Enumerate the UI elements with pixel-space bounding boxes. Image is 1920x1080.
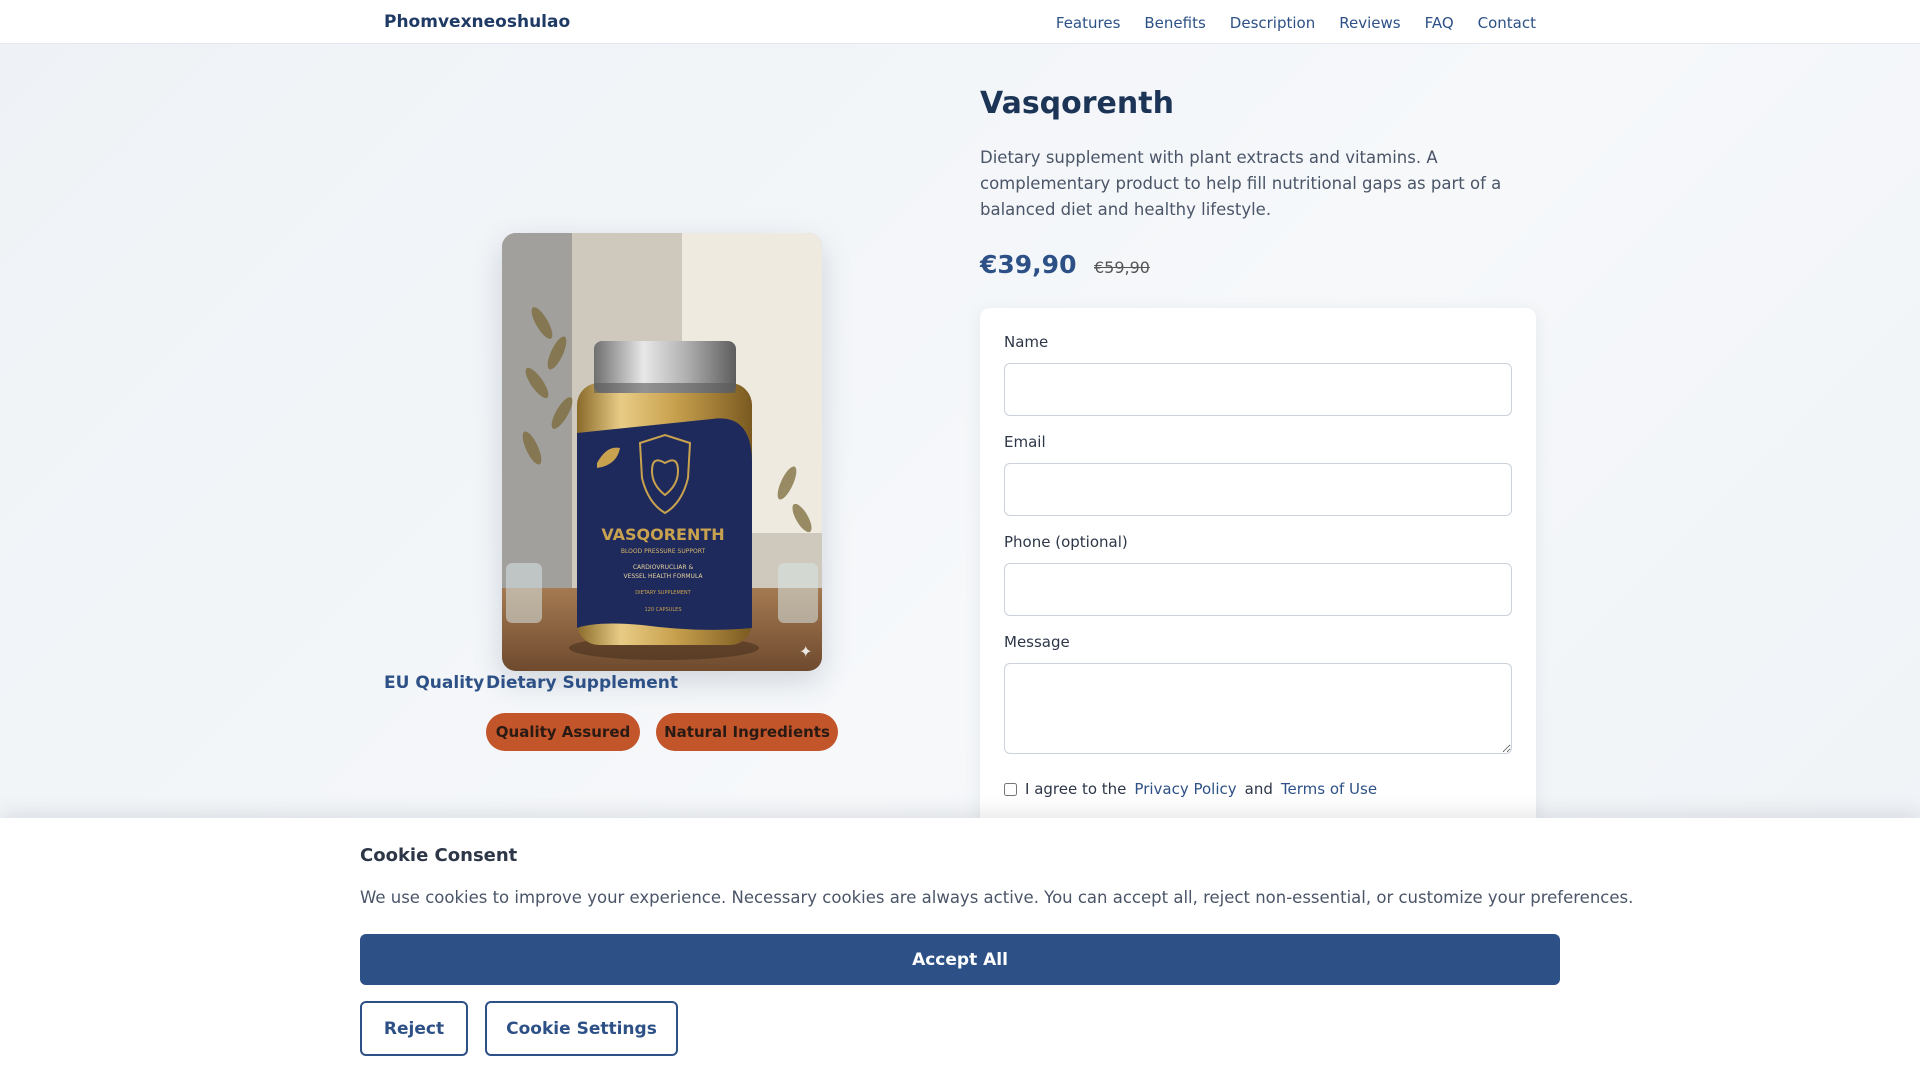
name-input[interactable] [1004,363,1512,416]
bottle-count: 120 CAPSULES [644,607,681,613]
nav-link-reviews[interactable]: Reviews [1339,14,1400,32]
product-description: Dietary supplement with plant extracts a… [980,148,1502,219]
badge-eu-quality: EU Quality [384,673,485,693]
product-old-price: €59,90 [1094,258,1150,277]
cookie-settings-button[interactable]: Cookie Settings [485,1001,678,1056]
agree-row: I agree to the Privacy Policy and Terms … [1004,780,1377,798]
email-label: Email [1004,433,1046,451]
order-form: Name Email Phone (optional) Message I ag… [980,308,1536,828]
accept-all-button[interactable]: Accept All [360,934,1560,985]
message-label: Message [1004,633,1070,651]
bottle-type: DIETARY SUPPLEMENT [635,590,691,596]
top-navbar: Phomvexneoshulao Features Benefits Descr… [0,0,1920,44]
reject-button[interactable]: Reject [360,1001,468,1056]
agree-and: and [1244,780,1273,798]
bottle-line-2: VESSEL HEALTH FORMULA [623,573,703,580]
agree-prefix: I agree to the [1025,780,1127,798]
terms-of-use-link[interactable]: Terms of Use [1281,780,1377,798]
nav-link-faq[interactable]: FAQ [1425,14,1454,32]
pill-natural-ingredients[interactable]: Natural Ingredients [656,713,838,751]
bottle-brand-label: VASQORENTH [601,525,724,544]
name-label: Name [1004,333,1049,351]
nav-link-description[interactable]: Description [1230,14,1315,32]
nav-link-contact[interactable]: Contact [1478,14,1536,32]
privacy-policy-link[interactable]: Privacy Policy [1134,780,1236,798]
badge-dietary-supplement: Dietary Supplement [486,673,678,693]
brand-logo-link[interactable]: Phomvexneoshulao [384,12,570,32]
product-price: €39,90 [980,250,1077,279]
product-title: Vasqorenth [980,86,1174,121]
nav-links: Features Benefits Description Reviews FA… [1056,14,1536,32]
bottle-subtitle: BLOOD PRESSURE SUPPORT [621,548,706,555]
phone-label: Phone (optional) [1004,533,1128,551]
phone-input[interactable] [1004,563,1512,616]
product-image: VASQORENTH BLOOD PRESSURE SUPPORT CARDIO… [502,233,822,671]
product-bottle-illustration: VASQORENTH BLOOD PRESSURE SUPPORT CARDIO… [502,233,822,671]
pill-quality-assured[interactable]: Quality Assured [486,713,640,751]
email-input[interactable] [1004,463,1512,516]
nav-link-features[interactable]: Features [1056,14,1121,32]
sparkle-icon: ✦ [799,642,812,661]
cookie-title: Cookie Consent [360,845,518,866]
nav-link-benefits[interactable]: Benefits [1144,14,1205,32]
cookie-description: We use cookies to improve your experienc… [360,888,1634,907]
cookie-consent-banner: Cookie Consent We use cookies to improve… [0,818,1920,1080]
bottle-line-1: CARDIOVRUCLIAR & [633,564,694,571]
message-textarea[interactable] [1004,663,1512,754]
agree-checkbox[interactable] [1004,782,1017,796]
